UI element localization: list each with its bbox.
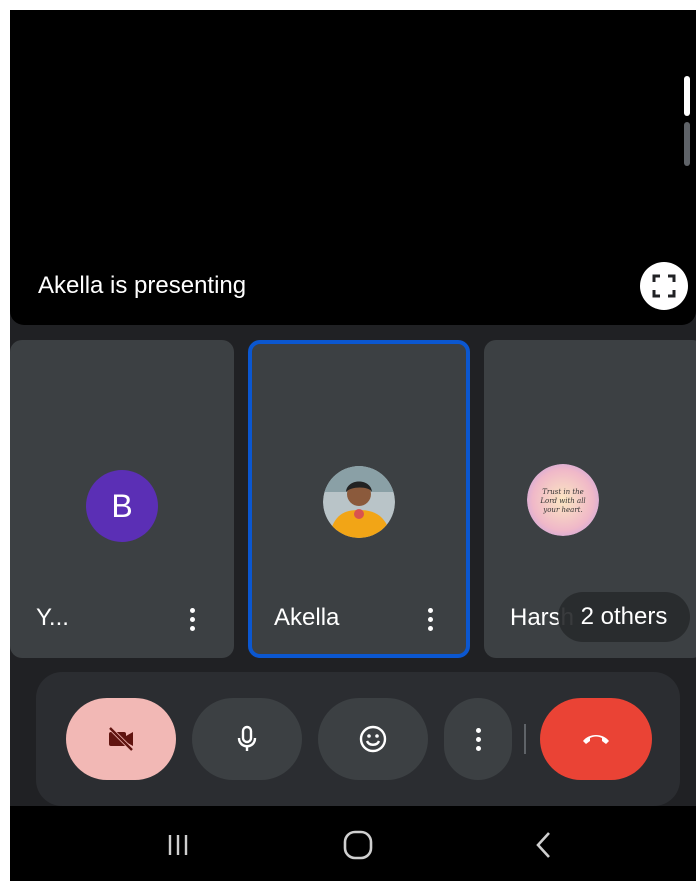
more-vert-icon — [189, 607, 195, 613]
participant-more-button[interactable] — [418, 602, 442, 636]
call-controls — [36, 672, 680, 806]
home-icon — [343, 830, 373, 860]
back-icon — [536, 832, 550, 858]
svg-text:Lord with all: Lord with all — [540, 497, 586, 505]
avatar-photo — [323, 466, 395, 538]
scrollbar-track — [684, 122, 690, 166]
fullscreen-icon — [652, 274, 676, 298]
fullscreen-button[interactable] — [640, 262, 688, 310]
presenting-label: Akella is presenting — [38, 272, 247, 299]
system-nav-bar — [10, 806, 696, 881]
presentation-area[interactable]: Akella is presenting — [10, 10, 696, 325]
reaction-button[interactable] — [318, 698, 428, 780]
avatar: B — [86, 470, 158, 542]
avatar-quote-image: Trust in the Lord with all your heart. — [527, 464, 600, 536]
scrollbar-thumb[interactable] — [684, 76, 690, 116]
camera-toggle-button[interactable] — [66, 698, 176, 780]
participant-tile[interactable]: B Y... — [10, 340, 234, 658]
mic-button[interactable] — [192, 698, 302, 780]
controls-divider — [524, 724, 526, 754]
svg-text:your heart.: your heart. — [542, 506, 582, 514]
camera-off-icon — [108, 726, 134, 752]
svg-text:Trust in the: Trust in the — [542, 488, 584, 496]
participant-more-button[interactable] — [180, 602, 204, 636]
avatar-letter: B — [111, 487, 133, 524]
participant-name: Y... — [36, 604, 69, 631]
others-chip[interactable]: 2 others — [558, 592, 690, 642]
more-options-button[interactable] — [444, 698, 512, 780]
avatar — [323, 466, 395, 538]
recents-button[interactable] — [158, 820, 198, 870]
home-button[interactable] — [338, 820, 378, 870]
mic-icon — [237, 725, 257, 751]
participant-tile-active[interactable]: Akella — [248, 340, 470, 658]
participant-name: Akella — [274, 604, 340, 631]
meet-screen: Akella is presenting B Y... Akella Trust… — [10, 10, 696, 881]
end-call-icon — [583, 735, 609, 744]
more-vert-icon — [427, 607, 433, 613]
recents-icon — [168, 835, 188, 855]
avatar: Trust in the Lord with all your heart. — [527, 464, 600, 536]
back-button[interactable] — [524, 820, 564, 870]
more-vert-icon — [475, 727, 481, 751]
emoji-icon — [359, 725, 387, 753]
end-call-button[interactable] — [540, 698, 652, 780]
